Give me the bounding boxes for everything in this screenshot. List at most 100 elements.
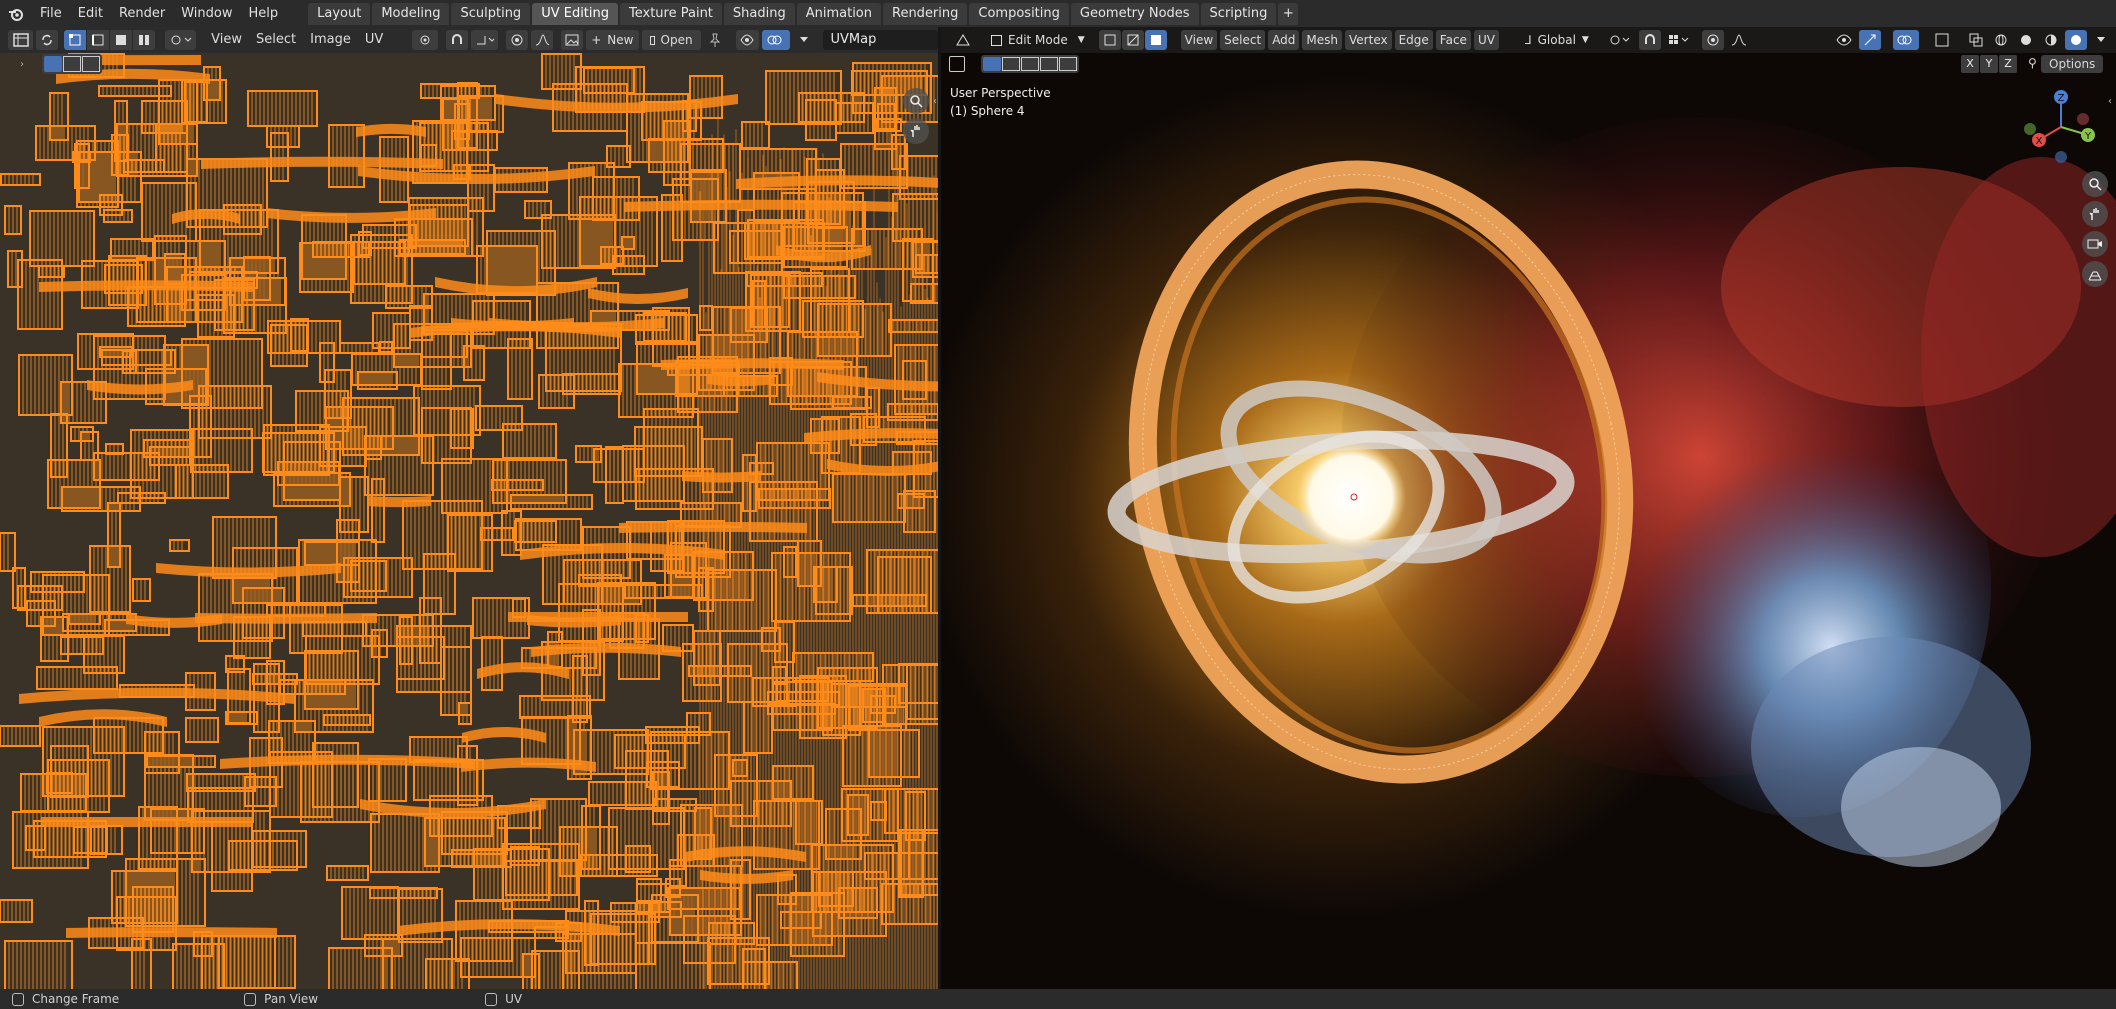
sidebar-toggle-right-icon[interactable]: ‹ [2108, 96, 2112, 107]
menu-view[interactable]: View [204, 30, 249, 50]
transform-orientation-dropdown[interactable]: ⅃ Global ▼ [1519, 30, 1595, 50]
vp-invert-selection-icon[interactable] [1040, 57, 1058, 71]
snap-target-icon[interactable] [470, 30, 498, 50]
viewport-editor-type-icon[interactable] [949, 30, 977, 50]
edge-select-icon[interactable] [87, 30, 110, 50]
overlays-dropdown-icon[interactable] [793, 30, 815, 50]
new-image-button[interactable]: + New [585, 30, 639, 50]
tab-modeling[interactable]: Modeling [372, 2, 450, 25]
mirror-x-button[interactable]: X [1961, 55, 1979, 73]
menu-file[interactable]: File [32, 3, 70, 25]
mirror-z-button[interactable]: Z [1999, 55, 2017, 73]
mesh-symmetry-icon[interactable]: ⚲ [2028, 56, 2037, 70]
shading-dropdown-icon[interactable] [2090, 30, 2112, 50]
tab-geometry-nodes[interactable]: Geometry Nodes [1070, 2, 1199, 25]
tool-settings-icon[interactable] [949, 56, 965, 72]
tab-shading[interactable]: Shading [723, 2, 795, 25]
menu-select[interactable]: Select [249, 30, 303, 50]
vp-intersect-selection-icon[interactable] [1059, 57, 1077, 71]
viewport-menu-uv[interactable]: UV [1473, 30, 1499, 50]
island-select-icon[interactable] [133, 30, 156, 50]
viewport-menu-face[interactable]: Face [1435, 30, 1471, 50]
viewport-menu-vertex[interactable]: Vertex [1345, 30, 1392, 50]
blender-logo-icon[interactable] [6, 4, 26, 24]
snap-increment-icon[interactable] [1664, 30, 1694, 50]
sync-selection-icon[interactable] [36, 30, 59, 50]
vp-new-selection-icon[interactable] [983, 57, 1001, 71]
sticky-selection-dropdown[interactable] [165, 30, 197, 50]
editor-type-icon[interactable] [8, 30, 34, 50]
edge-mode-icon[interactable] [1121, 30, 1144, 50]
tab-compositing[interactable]: Compositing [969, 2, 1069, 25]
open-image-button[interactable]: Open [641, 30, 701, 50]
mesh-edit-overlays-icon[interactable] [1931, 30, 1953, 50]
viewport-snap-icon[interactable] [1638, 30, 1661, 50]
uvmap-field[interactable]: UVMap [822, 30, 938, 50]
tab-sculpting[interactable]: Sculpting [451, 2, 531, 25]
viewport-overlays-icon[interactable] [1893, 30, 1919, 50]
display-channels-icon[interactable] [735, 30, 760, 50]
image-browse-icon[interactable] [560, 30, 583, 50]
camera-view-icon[interactable] [2082, 231, 2108, 257]
face-select-icon[interactable] [110, 30, 133, 50]
menu-image[interactable]: Image [303, 30, 358, 50]
area-divider[interactable] [938, 27, 941, 989]
mode-dropdown[interactable]: Edit Mode ▼ [985, 30, 1091, 50]
vp-subtract-selection-icon[interactable] [1021, 57, 1039, 71]
menu-edit[interactable]: Edit [70, 3, 111, 25]
wireframe-shading-icon[interactable] [1990, 30, 2012, 50]
overlays-icon[interactable] [762, 30, 790, 50]
menu-render[interactable]: Render [111, 3, 173, 25]
visibility-icon[interactable] [1832, 30, 1856, 50]
add-workspace-button[interactable]: + [1278, 2, 1299, 25]
tab-animation[interactable]: Animation [796, 2, 881, 25]
xray-icon[interactable] [1965, 30, 1987, 50]
gizmo-neg-x-axis[interactable] [2077, 113, 2089, 125]
subtract-selection-icon[interactable] [82, 56, 100, 72]
tab-layout[interactable]: Layout [308, 2, 371, 25]
gizmo-toggle-icon[interactable] [1859, 30, 1881, 50]
uv-canvas[interactable] [0, 53, 938, 989]
viewport-menu-edge[interactable]: Edge [1394, 30, 1433, 50]
vertex-select-icon[interactable] [64, 30, 87, 50]
options-dropdown[interactable]: Options [2041, 55, 2104, 73]
pan-view-icon[interactable] [903, 118, 929, 144]
perspective-toggle-icon[interactable] [2082, 261, 2108, 287]
snap-icon[interactable] [445, 30, 468, 50]
navigation-gizmo[interactable]: Z Y X [2021, 85, 2101, 165]
viewport-proportional-icon[interactable] [1701, 30, 1724, 50]
pivot-dropdown-icon[interactable] [1605, 30, 1635, 50]
menu-uv[interactable]: UV [358, 30, 390, 50]
tab-uv-editing[interactable]: UV Editing [532, 2, 619, 25]
extend-selection-icon[interactable] [63, 56, 81, 72]
zoom-view-icon[interactable] [903, 88, 929, 114]
pin-icon[interactable] [704, 30, 726, 50]
face-mode-icon[interactable] [1144, 30, 1167, 50]
falloff-icon[interactable] [530, 30, 553, 50]
viewport-menu-view[interactable]: View [1180, 30, 1218, 50]
vp-extend-selection-icon[interactable] [1002, 57, 1020, 71]
proportional-edit-icon[interactable] [505, 30, 528, 50]
new-selection-icon[interactable] [44, 56, 62, 72]
pivot-point-icon[interactable] [412, 30, 438, 50]
gizmo-neg-y-axis[interactable] [2024, 123, 2036, 135]
3d-viewport[interactable]: Edit Mode ▼ View Select Add Mesh Vertex E… [941, 27, 2116, 989]
vp-pan-icon[interactable] [2082, 201, 2108, 227]
tab-scripting[interactable]: Scripting [1200, 2, 1277, 25]
mirror-y-button[interactable]: Y [1980, 55, 1998, 73]
solid-shading-icon[interactable] [2015, 30, 2037, 50]
tab-rendering[interactable]: Rendering [883, 2, 968, 25]
sidebar-toggle-left-icon[interactable]: ‹ [933, 96, 937, 107]
gizmo-neg-z-axis[interactable] [2055, 151, 2067, 163]
viewport-menu-select[interactable]: Select [1220, 30, 1266, 50]
viewport-menu-add[interactable]: Add [1268, 30, 1300, 50]
tab-texture-paint[interactable]: Texture Paint [620, 2, 722, 25]
rendered-shading-icon[interactable] [2065, 30, 2087, 50]
viewport-falloff-icon[interactable] [1727, 30, 1751, 50]
menu-help[interactable]: Help [241, 3, 287, 25]
material-preview-icon[interactable] [2040, 30, 2062, 50]
toolbar-toggle-icon[interactable]: › [20, 59, 34, 70]
viewport-menu-mesh[interactable]: Mesh [1302, 30, 1343, 50]
vp-zoom-icon[interactable] [2082, 171, 2108, 197]
vertex-mode-icon[interactable] [1098, 30, 1121, 50]
